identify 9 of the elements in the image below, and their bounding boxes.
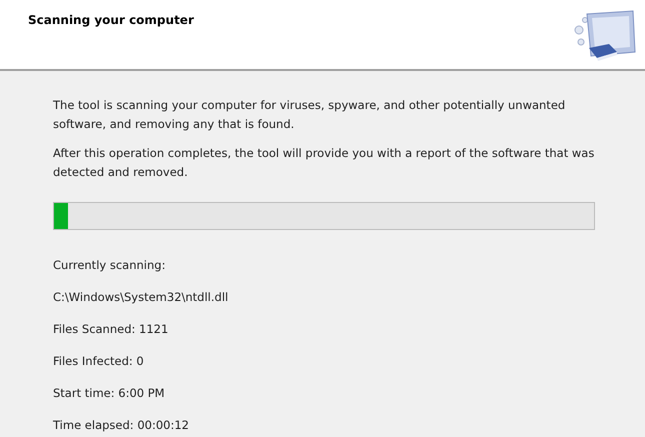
description-text: After this operation completes, the tool will provide you with a report of the software that was detected and removed. <box>53 145 596 181</box>
status-text: Currently scanning: <box>53 257 166 274</box>
status-text: C:\Windows\System32\ntdll.dll <box>53 289 230 306</box>
status-text: Time elapsed: 00:00:12 <box>53 417 190 434</box>
status-text: Start time: 6:00 PM <box>53 385 166 402</box>
status-text: Files Infected: 0 <box>53 353 145 370</box>
description-text: The tool is scanning your computer for viruses, spyware, and other potentially unwanted software, and removing any that is found. <box>53 97 566 133</box>
status-text: Files Scanned: 1121 <box>53 321 170 338</box>
header-title: Scanning your computer <box>28 12 194 29</box>
